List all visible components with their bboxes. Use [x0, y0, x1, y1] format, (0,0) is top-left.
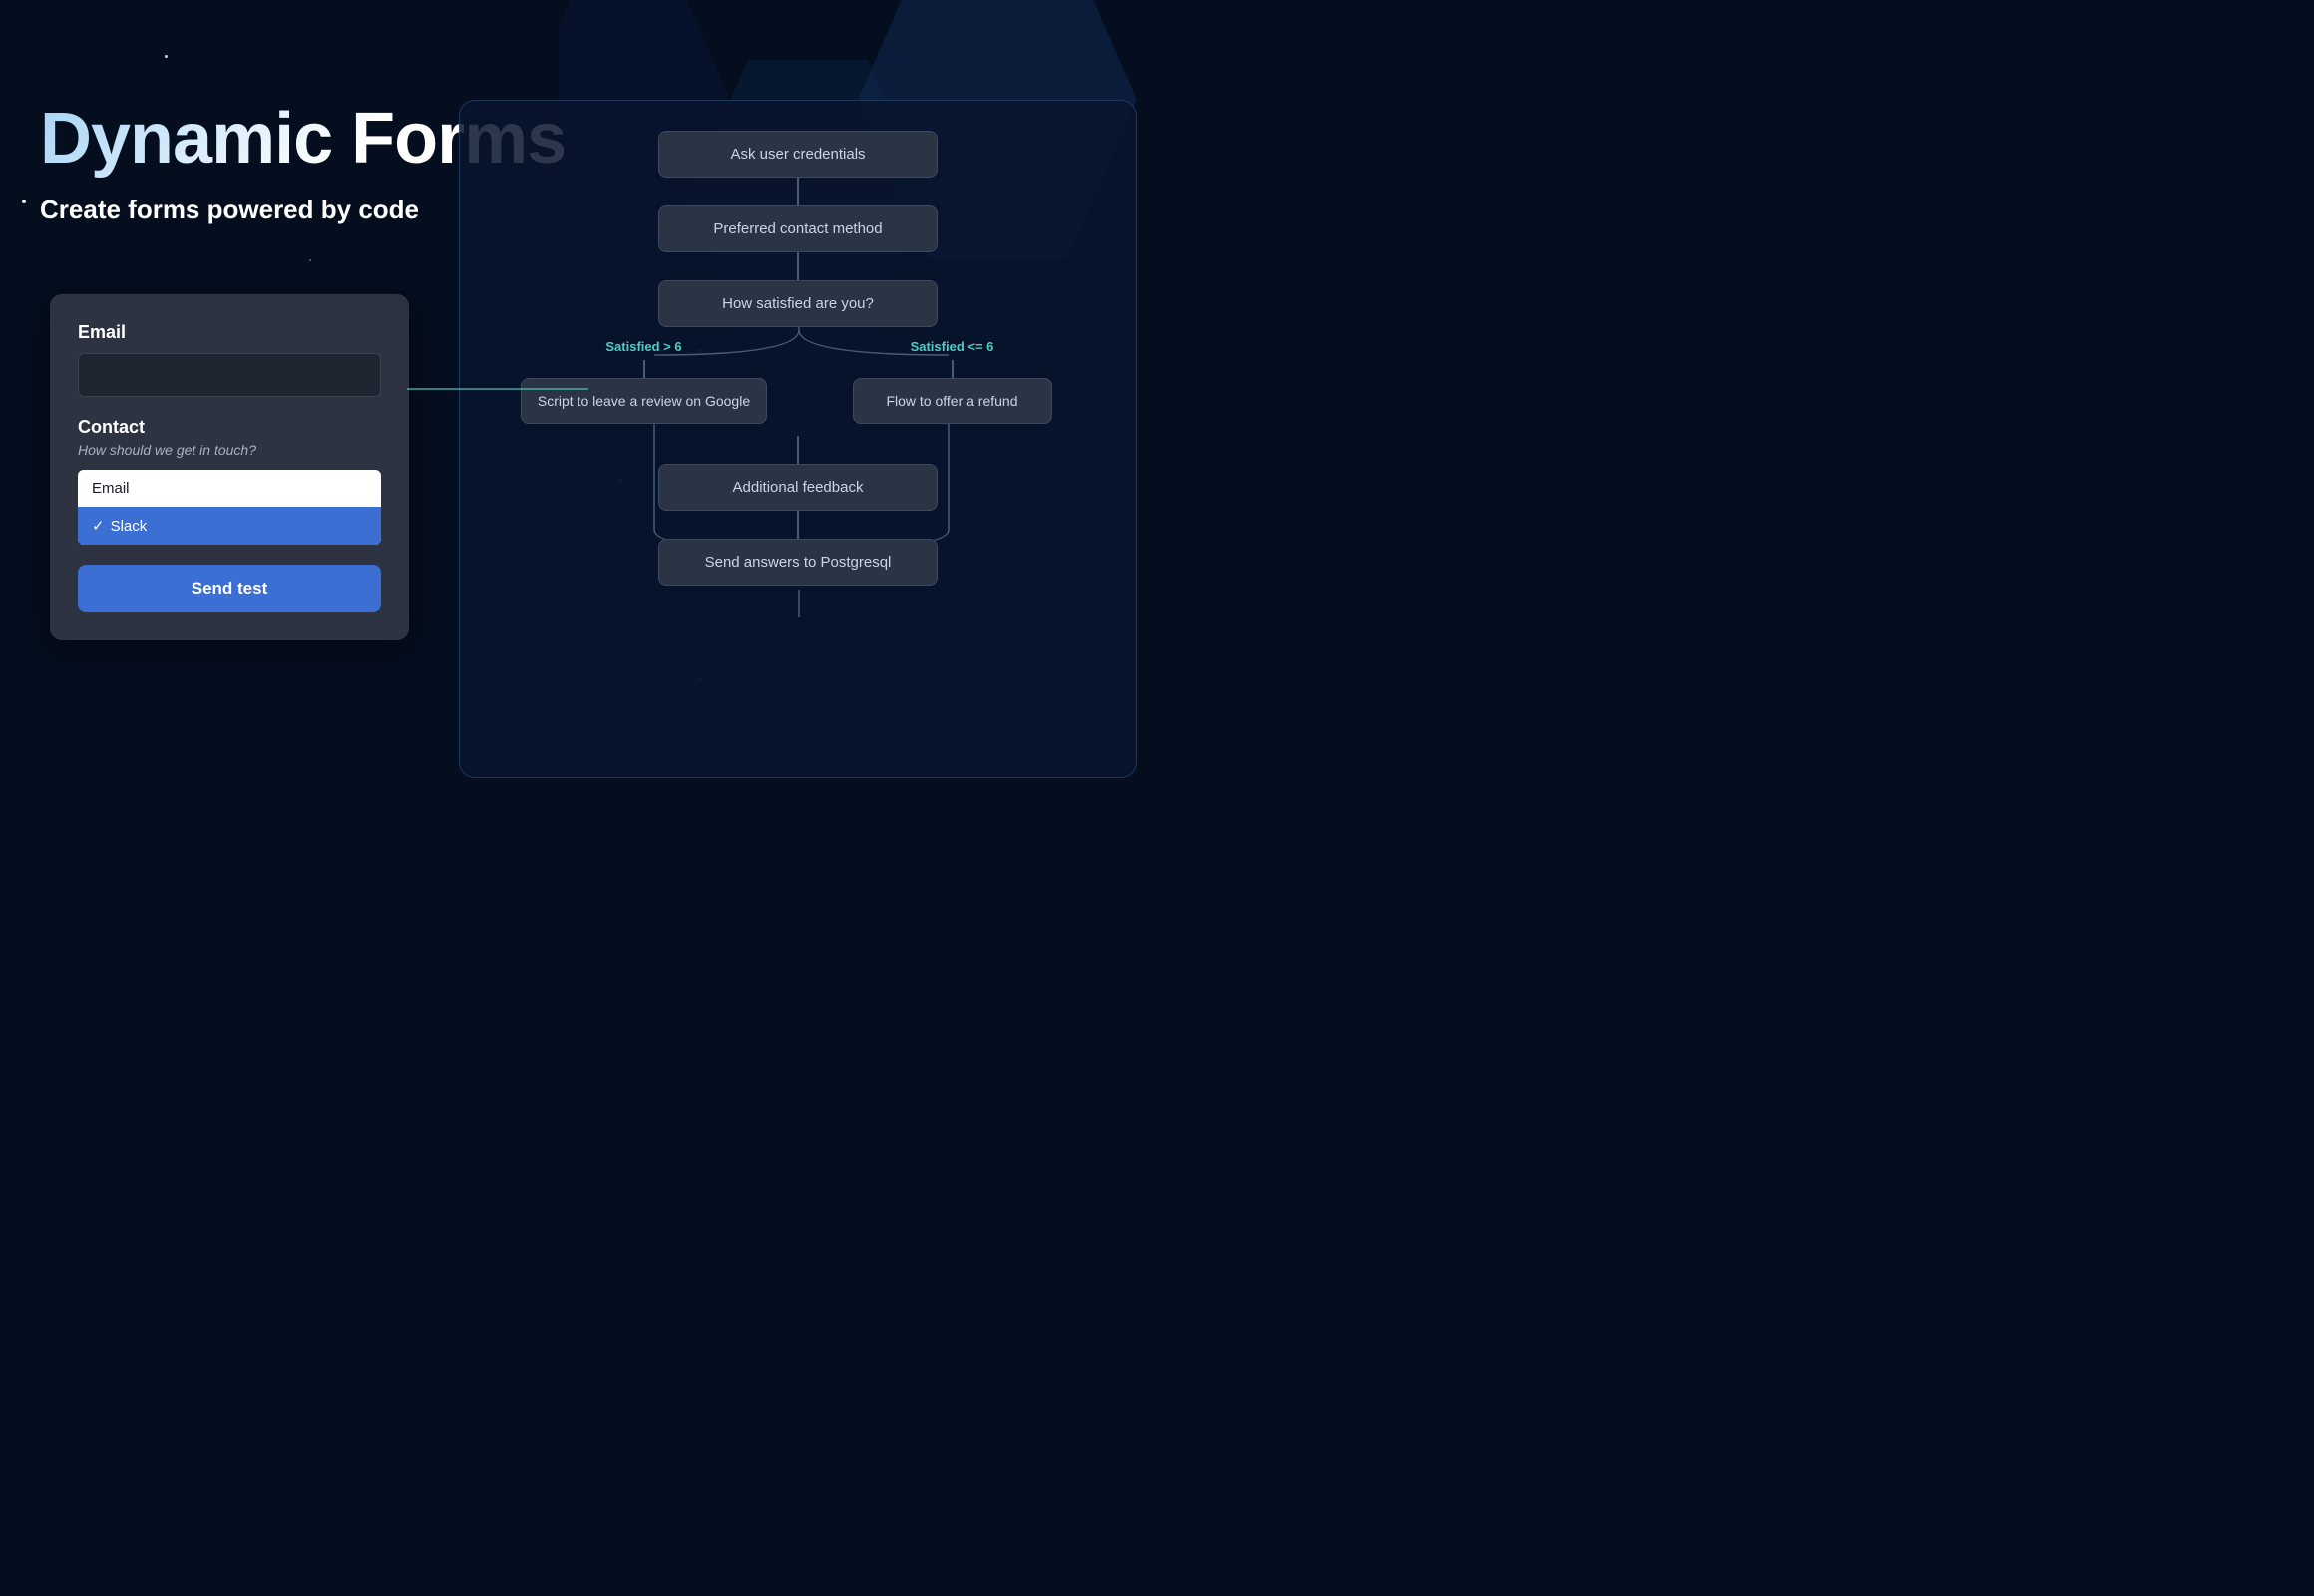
option-slack[interactable]: ✓ Slack	[78, 507, 381, 545]
option-email[interactable]: Email	[78, 470, 381, 507]
flow-node-feedback: Additional feedback	[658, 464, 938, 511]
star-1	[165, 55, 168, 58]
star-3	[22, 200, 26, 203]
connector-4	[797, 511, 799, 539]
branch-right-connector	[952, 360, 954, 378]
connector-merge	[797, 436, 799, 464]
flow-node-credentials: Ask user credentials	[658, 131, 938, 178]
flow-node-review: Script to leave a review on Google	[521, 378, 767, 424]
connector-1	[797, 178, 799, 205]
flow-diagram-panel: Ask user credentials Preferred contact m…	[459, 100, 1137, 778]
connector-2	[797, 252, 799, 280]
star-4	[309, 259, 311, 261]
contact-label: Contact	[78, 417, 381, 438]
branch-label-satisfied-lte: Satisfied <= 6	[911, 339, 994, 354]
contact-subtitle: How should we get in touch?	[78, 442, 381, 458]
checkmark-icon: ✓	[92, 517, 105, 535]
flow-node-refund: Flow to offer a refund	[853, 378, 1052, 424]
contact-dropdown[interactable]: Email ✓ Slack	[78, 470, 381, 545]
flow-node-satisfaction: How satisfied are you?	[658, 280, 938, 327]
email-input[interactable]	[78, 353, 381, 397]
flow-node-postgresql: Send answers to Postgresql	[658, 539, 938, 586]
branch-left-connector	[643, 360, 645, 378]
flow-node-contact: Preferred contact method	[658, 205, 938, 252]
flow-nodes-container: Ask user credentials Preferred contact m…	[490, 131, 1106, 747]
send-test-button[interactable]: Send test	[78, 565, 381, 612]
email-field-label: Email	[78, 322, 381, 343]
branch-label-satisfied-gt: Satisfied > 6	[605, 339, 681, 354]
form-card: Email Contact How should we get in touch…	[50, 294, 409, 640]
